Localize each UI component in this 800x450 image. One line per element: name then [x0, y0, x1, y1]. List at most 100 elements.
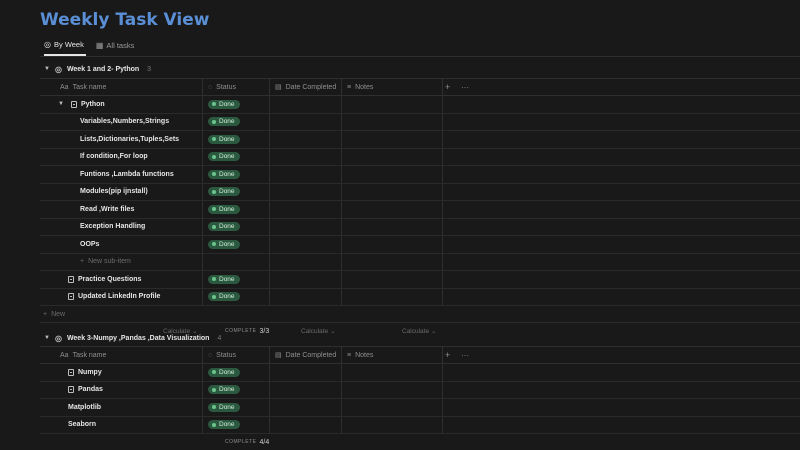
date-cell[interactable] — [269, 131, 341, 148]
task-name-cell[interactable]: Updated LinkedIn Profile — [40, 289, 202, 306]
column-header-notes[interactable]: ≡ Notes — [341, 347, 442, 363]
date-cell[interactable] — [269, 113, 341, 130]
date-cell[interactable] — [269, 399, 341, 416]
column-header-notes[interactable]: ≡ Notes — [341, 79, 442, 95]
task-name-cell[interactable]: Read ,Write files — [40, 201, 202, 218]
status-cell[interactable]: Done — [202, 113, 269, 130]
status-complete-summary[interactable]: COMPLETE 4/4 — [225, 434, 269, 450]
notes-cell[interactable] — [341, 166, 442, 183]
task-name-cell[interactable]: Seaborn — [40, 417, 202, 434]
notes-cell[interactable] — [341, 364, 442, 381]
notes-cell[interactable] — [341, 218, 442, 235]
status-cell[interactable]: Done — [202, 201, 269, 218]
status-cell[interactable]: Done — [202, 148, 269, 165]
status-cell[interactable]: Done — [202, 183, 269, 200]
column-header-name[interactable]: Aa Task name — [40, 79, 202, 95]
date-cell[interactable] — [269, 166, 341, 183]
table-row[interactable]: Read ,Write files Done — [40, 201, 800, 219]
status-complete-summary[interactable]: COMPLETE 3/3 — [225, 323, 269, 339]
date-cell[interactable] — [269, 381, 341, 398]
status-cell[interactable]: Done — [202, 166, 269, 183]
table-row[interactable]: Lists,Dictionaries,Tuples,Sets Done — [40, 131, 800, 149]
group-header[interactable]: ▼ ◎ Week 1 and 2- Python 3 — [44, 62, 151, 76]
add-property-icon[interactable]: + — [445, 79, 450, 95]
column-header-status[interactable]: ◌ Status — [202, 347, 269, 363]
date-cell[interactable] — [269, 364, 341, 381]
task-name-cell[interactable]: Funtions ,Lambda functions — [40, 166, 202, 183]
column-header-name[interactable]: Aa Task name — [40, 347, 202, 363]
notes-cell[interactable] — [341, 96, 442, 113]
table-row[interactable]: Modules(pip ijnstall) Done — [40, 183, 800, 201]
status-cell[interactable]: Done — [202, 416, 269, 433]
status-cell[interactable]: Done — [202, 271, 269, 288]
column-header-status[interactable]: ◌ Status — [202, 79, 269, 95]
status-cell[interactable]: Done — [202, 381, 269, 398]
notes-cell[interactable] — [341, 113, 442, 130]
notes-cell[interactable] — [341, 399, 442, 416]
more-options-icon[interactable]: ··· — [461, 347, 469, 363]
date-cell[interactable] — [269, 271, 341, 288]
date-cell[interactable] — [269, 288, 341, 305]
date-cell[interactable] — [269, 218, 341, 235]
notes-cell[interactable] — [341, 288, 442, 305]
tab-all-tasks[interactable]: ▦ All tasks — [96, 38, 137, 56]
table-row[interactable]: Practice Questions Done — [40, 271, 800, 289]
task-name-cell[interactable]: Variables,Numbers,Strings — [40, 114, 202, 131]
notes-cell[interactable] — [341, 271, 442, 288]
expand-triangle-icon[interactable]: ▼ — [58, 101, 64, 107]
calculate-button[interactable]: Calculate ⌄ — [301, 323, 336, 339]
table-row[interactable]: ▼ Python Done — [40, 96, 800, 114]
group-header[interactable]: ▼ ◎ Week 3-Numpy ,Pandas ,Data Visualizati… — [44, 331, 221, 345]
notes-cell[interactable] — [341, 201, 442, 218]
table-row[interactable]: Exception Handling Done — [40, 218, 800, 236]
notes-cell[interactable] — [341, 148, 442, 165]
task-name-cell[interactable]: Matplotlib — [40, 399, 202, 416]
notes-cell[interactable] — [341, 131, 442, 148]
status-cell[interactable]: Done — [202, 399, 269, 416]
task-name-cell[interactable]: If condition,For loop — [40, 149, 202, 166]
date-cell[interactable] — [269, 236, 341, 253]
more-options-icon[interactable]: ··· — [461, 79, 469, 95]
notes-cell[interactable] — [341, 183, 442, 200]
column-header-date[interactable]: ▤ Date Completed — [269, 347, 341, 363]
task-name-cell[interactable]: Lists,Dictionaries,Tuples,Sets — [40, 131, 202, 148]
notes-cell[interactable] — [341, 416, 442, 433]
date-cell[interactable] — [269, 148, 341, 165]
status-cell[interactable]: Done — [202, 96, 269, 113]
column-header-date[interactable]: ▤ Date Completed — [269, 79, 341, 95]
tab-by-week[interactable]: ◎ By Week — [44, 38, 86, 56]
table-row[interactable]: Funtions ,Lambda functions Done — [40, 166, 800, 184]
status-cell[interactable]: Done — [202, 131, 269, 148]
date-cell[interactable] — [269, 183, 341, 200]
task-name-cell[interactable]: Modules(pip ijnstall) — [40, 184, 202, 201]
date-cell[interactable] — [269, 416, 341, 433]
task-name-cell[interactable]: Exception Handling — [40, 219, 202, 236]
table-row[interactable]: OOPs Done — [40, 236, 800, 254]
table-row[interactable]: If condition,For loop Done — [40, 148, 800, 166]
status-cell[interactable]: Done — [202, 218, 269, 235]
new-sub-item-row[interactable]: + New sub-item — [40, 253, 800, 271]
task-name-cell[interactable]: Numpy — [40, 364, 202, 381]
status-cell[interactable]: Done — [202, 364, 269, 381]
table-row[interactable]: Updated LinkedIn Profile Done — [40, 288, 800, 306]
notes-cell[interactable] — [341, 236, 442, 253]
date-cell[interactable] — [269, 201, 341, 218]
add-property-icon[interactable]: + — [445, 347, 450, 363]
task-name-cell[interactable]: ▼ Python — [40, 96, 202, 113]
date-cell[interactable] — [269, 96, 341, 113]
table-row[interactable]: Numpy Done — [40, 364, 800, 382]
table-row[interactable]: Pandas Done — [40, 381, 800, 399]
new-sub-item[interactable]: + New sub-item — [40, 254, 202, 271]
calculate-button[interactable]: Calculate ⌄ — [402, 323, 437, 339]
table-row[interactable]: Variables,Numbers,Strings Done — [40, 113, 800, 131]
task-name-cell[interactable]: Pandas — [40, 382, 202, 399]
status-cell[interactable]: Done — [202, 288, 269, 305]
task-name-cell[interactable]: OOPs — [40, 236, 202, 253]
status-cell[interactable]: Done — [202, 236, 269, 253]
table-row[interactable]: Matplotlib Done — [40, 399, 800, 417]
task-name-cell[interactable]: Practice Questions — [40, 271, 202, 288]
new-row-button[interactable]: + New — [40, 306, 800, 323]
notes-cell[interactable] — [341, 381, 442, 398]
table-row[interactable]: Seaborn Done — [40, 416, 800, 434]
collapse-triangle-icon[interactable]: ▼ — [44, 335, 50, 341]
